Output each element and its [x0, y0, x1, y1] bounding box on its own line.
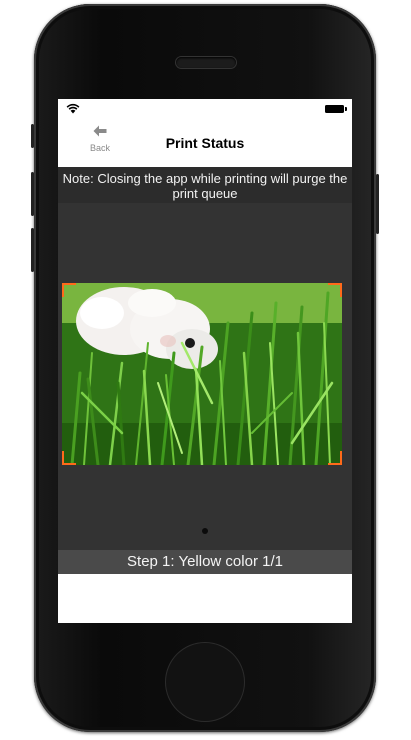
print-preview-image — [62, 283, 342, 465]
frame-corner-bottom-right — [328, 451, 342, 465]
frame-corner-top-right — [328, 283, 342, 297]
page-title: Print Status — [165, 135, 245, 151]
wifi-icon — [66, 103, 80, 114]
print-queue-note: Note: Closing the app while printing wil… — [58, 167, 352, 203]
volume-down-button — [31, 228, 34, 272]
power-button — [376, 174, 379, 234]
volume-up-button — [31, 172, 34, 216]
page-indicator-dot — [202, 528, 208, 534]
print-status-panel: Note: Closing the app while printing wil… — [58, 167, 352, 574]
frame-corner-top-left — [62, 283, 76, 297]
battery-icon — [325, 105, 347, 113]
print-step-status: Step 1: Yellow color 1/1 — [58, 550, 352, 574]
puppy-in-grass-photo — [62, 283, 342, 465]
mute-switch — [31, 124, 34, 148]
phone-screen: Back Print Status Note: Closing the app … — [58, 99, 352, 623]
navigation-bar: Back Print Status — [58, 119, 352, 165]
home-button[interactable] — [165, 642, 245, 722]
earpiece-speaker — [176, 57, 236, 68]
status-bar — [58, 99, 352, 119]
frame-corner-bottom-left — [62, 451, 76, 465]
